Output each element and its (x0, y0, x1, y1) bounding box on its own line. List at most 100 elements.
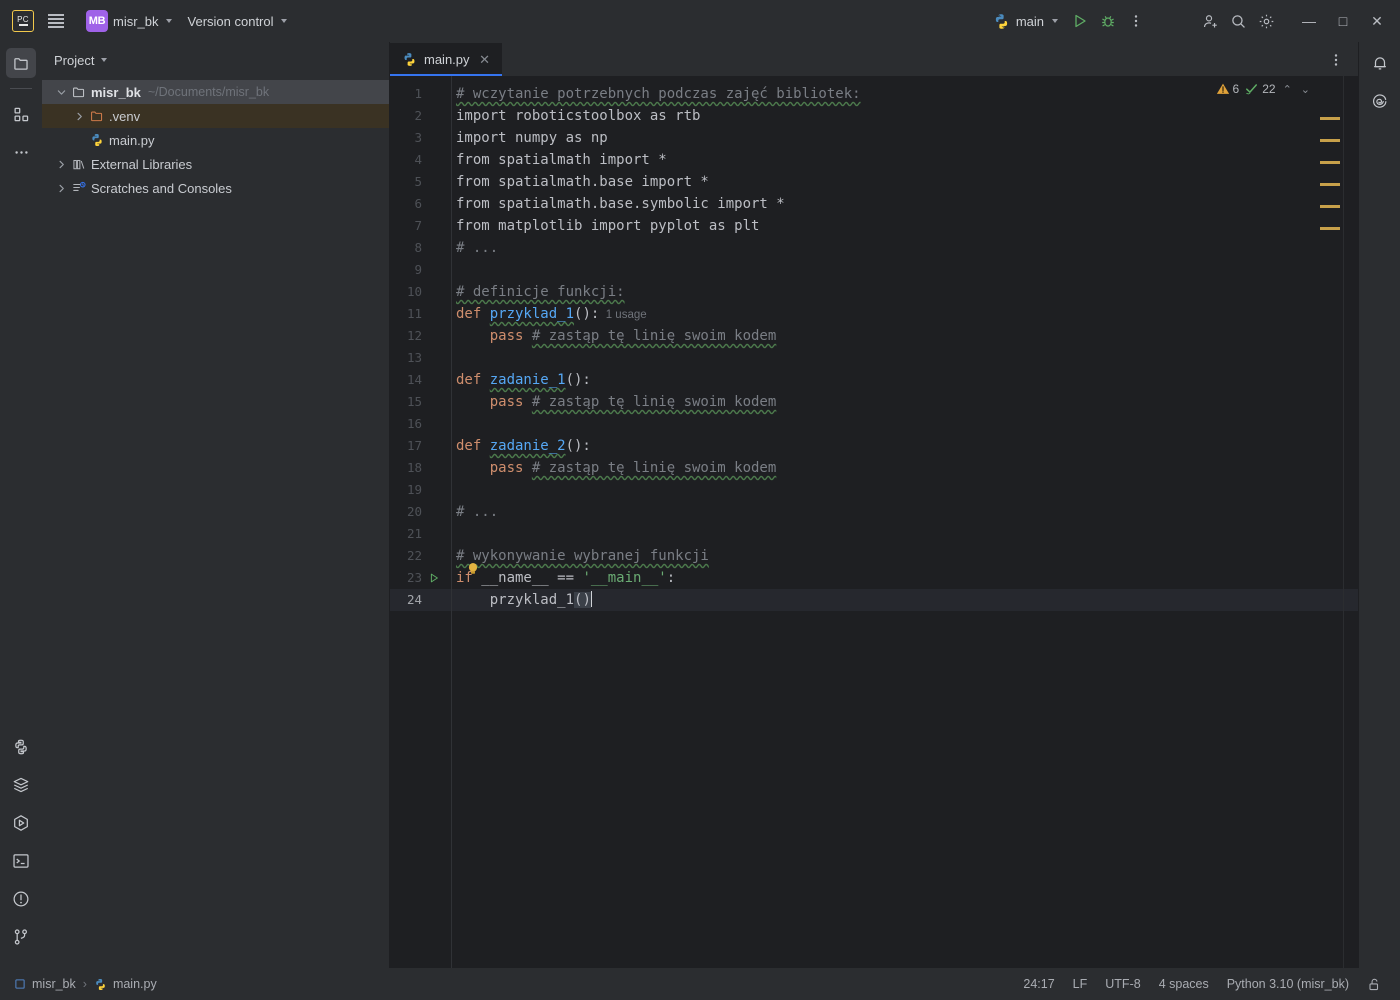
problems-icon[interactable] (6, 884, 36, 914)
line-number: 24 (406, 592, 422, 607)
marker-scrollbar[interactable] (1314, 76, 1344, 968)
chevron-right-icon[interactable] (72, 109, 86, 123)
file-encoding[interactable]: UTF-8 (1097, 974, 1148, 994)
run-icon[interactable] (1066, 7, 1094, 35)
chevron-down-icon[interactable] (101, 58, 108, 62)
code-line[interactable]: pass # zastąp tę linię swoim kodem (456, 457, 777, 479)
line-separator[interactable]: LF (1065, 974, 1096, 994)
version-control-button[interactable]: Version control (180, 8, 295, 34)
notifications-bell-icon[interactable] (1365, 48, 1395, 78)
terminal-icon[interactable] (6, 846, 36, 876)
indent-setting[interactable]: 4 spaces (1151, 974, 1217, 994)
code-line[interactable]: # ... (456, 237, 498, 259)
inspection-ok-indicator[interactable]: 22 (1244, 82, 1276, 96)
editor-tab-main-py[interactable]: main.py ✕ (390, 43, 502, 76)
close-icon[interactable]: ✕ (477, 52, 493, 68)
code-line[interactable]: # wykonywanie wybranej funkcji (456, 545, 709, 567)
version-control-icon[interactable] (6, 922, 36, 952)
left-rail-bottom (6, 732, 36, 968)
code-editor[interactable]: 1 2 3 4 5 6 7 8 9 10 11 12 13 14 15 16 17 18 19 20 21 22 23 24 … (390, 76, 1358, 968)
search-icon[interactable] (1224, 7, 1252, 35)
pycharm-window: PC MB misr_bk Version control main — □ ✕… (0, 0, 1400, 1000)
left-tool-rail (0, 42, 42, 968)
code-line[interactable]: def zadanie_1(): (456, 369, 591, 391)
tree-item-main-py[interactable]: main.py (42, 128, 389, 152)
tree-item-venv[interactable]: .venv (42, 104, 389, 128)
code-token: # definicje funkcji: (456, 284, 625, 300)
unlocked-icon[interactable] (1359, 974, 1390, 995)
maximize-button[interactable]: □ (1326, 7, 1360, 35)
code-line[interactable]: przyklad_1() (456, 589, 593, 611)
usage-inlay-hint[interactable]: 1 usage (599, 309, 647, 321)
settings-gear-icon[interactable] (1252, 7, 1280, 35)
chevron-right-icon[interactable] (54, 157, 68, 171)
more-tool-windows-icon[interactable] (6, 137, 36, 167)
code-line[interactable]: # ... (456, 501, 498, 523)
python-packages-icon[interactable] (6, 770, 36, 800)
code-token: pass (456, 394, 532, 410)
structure-tool-icon[interactable] (6, 99, 36, 129)
code-line[interactable]: import roboticstoolbox as rtb (456, 105, 700, 127)
editor-gutter[interactable]: 1 2 3 4 5 6 7 8 9 10 11 12 13 14 15 16 17 18 19 20 21 22 23 24 (390, 76, 452, 968)
code-line[interactable]: if __name__ == '__main__': (456, 567, 675, 589)
warning-marker[interactable] (1320, 183, 1340, 186)
chevron-right-icon[interactable] (54, 181, 68, 195)
warning-marker[interactable] (1320, 227, 1340, 230)
code-line[interactable]: # wczytanie potrzebnych podczas zajęć bi… (456, 83, 861, 105)
add-account-icon[interactable] (1196, 7, 1224, 35)
line-number: 13 (406, 350, 422, 365)
python-file-icon (96, 978, 105, 990)
code-token: from spatialmath.base import * (456, 174, 709, 190)
warning-marker[interactable] (1320, 117, 1340, 120)
tree-item-scratches-and-consoles[interactable]: Scratches and Consoles (42, 176, 389, 200)
scrollbar-track (1343, 76, 1344, 968)
run-tool-icon[interactable] (6, 808, 36, 838)
hamburger-menu-icon[interactable] (43, 8, 69, 34)
folder-icon (72, 85, 86, 99)
code-token: # zastąp tę linię swoim kodem (531, 394, 777, 410)
code-line[interactable]: from matplotlib import pyplot as plt (456, 215, 759, 237)
code-line[interactable]: from spatialmath import * (456, 149, 667, 171)
previous-problem-icon[interactable]: ⌃ (1281, 83, 1294, 96)
ai-assistant-icon[interactable] (1365, 86, 1395, 116)
code-line[interactable]: pass # zastąp tę linię swoim kodem (456, 391, 777, 413)
caret-position[interactable]: 24:17 (1015, 974, 1062, 994)
editor-options-icon[interactable] (1322, 46, 1350, 74)
run-line-icon[interactable] (426, 567, 441, 589)
warnings-indicator[interactable]: 6 (1216, 82, 1239, 96)
close-button[interactable]: ✕ (1360, 7, 1394, 35)
folder-orange-icon (90, 109, 104, 123)
breadcrumb-project[interactable]: misr_bk (10, 975, 80, 993)
intention-bulb-icon[interactable] (466, 561, 480, 577)
code-line[interactable]: from spatialmath.base.symbolic import * (456, 193, 785, 215)
warning-marker[interactable] (1320, 161, 1340, 164)
tree-item-misr-bk[interactable]: misr_bk ~/Documents/misr_bk (42, 80, 389, 104)
more-actions-icon[interactable] (1122, 7, 1150, 35)
code-line[interactable]: # definicje funkcji: (456, 281, 625, 303)
debug-icon[interactable] (1094, 7, 1122, 35)
code-token: zadanie_2 (489, 438, 566, 454)
python-console-icon[interactable] (6, 732, 36, 762)
run-configuration-selector[interactable]: main (985, 8, 1066, 34)
project-chooser-button[interactable]: MB misr_bk (78, 8, 180, 34)
line-number: 11 (406, 306, 422, 321)
chevron-down-icon[interactable] (54, 85, 68, 99)
code-line[interactable]: from spatialmath.base import * (456, 171, 709, 193)
warning-marker[interactable] (1320, 205, 1340, 208)
code-token: # ... (456, 240, 499, 256)
next-problem-icon[interactable]: ⌄ (1299, 83, 1312, 96)
code-token: zadanie_1 (489, 372, 566, 388)
python-interpreter[interactable]: Python 3.10 (misr_bk) (1219, 974, 1357, 994)
line-number: 17 (406, 438, 422, 453)
code-line[interactable]: def przyklad_1(): 1 usage (456, 303, 647, 325)
code-line[interactable]: import numpy as np (456, 127, 608, 149)
warning-marker[interactable] (1320, 139, 1340, 142)
breadcrumb-file[interactable]: main.py (90, 975, 161, 993)
code-line[interactable]: def zadanie_2(): (456, 435, 591, 457)
code-line[interactable]: pass # zastąp tę linię swoim kodem (456, 325, 777, 347)
tree-item-external-libraries[interactable]: External Libraries (42, 152, 389, 176)
code-content[interactable]: # wczytanie potrzebnych podczas zajęć bi… (452, 76, 1358, 968)
minimize-button[interactable]: — (1292, 7, 1326, 35)
code-token: (): (574, 306, 600, 322)
project-tool-icon[interactable] (6, 48, 36, 78)
